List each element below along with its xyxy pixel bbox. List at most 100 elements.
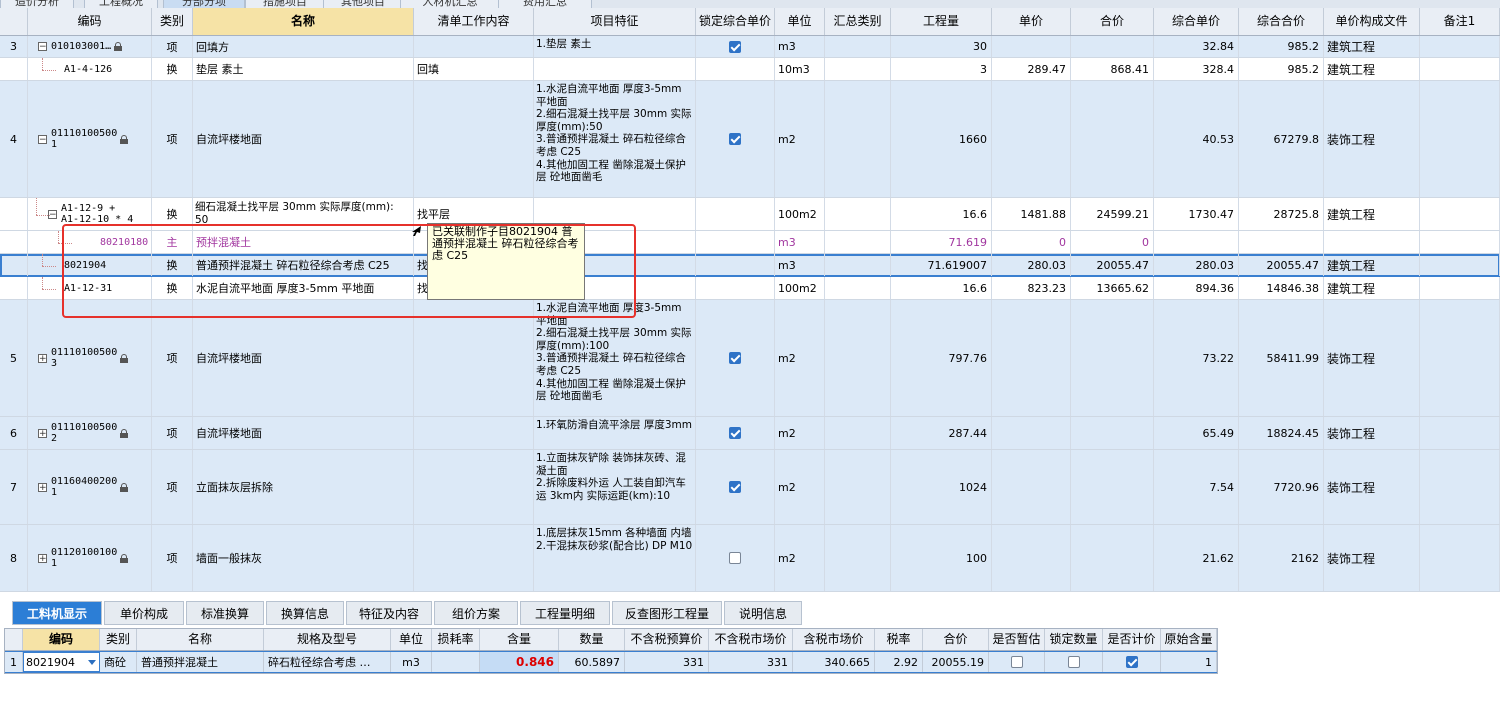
cell-remark[interactable] xyxy=(1420,81,1500,197)
cell-unit[interactable]: 10m3 xyxy=(775,58,825,80)
cell-remark[interactable] xyxy=(1420,525,1500,591)
cell-uprice[interactable]: 894.36 xyxy=(1154,277,1239,299)
cell-remark[interactable] xyxy=(1420,300,1500,416)
cell-type[interactable]: 项 xyxy=(152,417,193,449)
cell-name[interactable]: 自流坪楼地面 xyxy=(193,417,414,449)
bottom-tab-1[interactable]: 单价构成 xyxy=(104,601,184,625)
cell-price[interactable]: 1481.88 xyxy=(992,198,1071,230)
cell-type[interactable]: 项 xyxy=(152,450,193,524)
cell-utotal[interactable]: 985.2 xyxy=(1239,36,1324,57)
cell-unit[interactable]: m2 xyxy=(775,300,825,416)
cell-utotal[interactable]: 985.2 xyxy=(1239,58,1324,80)
table-row[interactable]: 4−01110100500 1 项自流坪楼地面 1.水泥自流平地面 厚度3-5mm … xyxy=(0,81,1500,198)
cell-price[interactable] xyxy=(992,450,1071,524)
cell-price[interactable] xyxy=(992,525,1071,591)
col-header-11[interactable]: 合价 xyxy=(1071,8,1154,35)
cell-unit[interactable]: m3 xyxy=(775,254,825,276)
cell-uprice[interactable]: 32.84 xyxy=(1154,36,1239,57)
cell-feature[interactable]: 1.立面抹灰铲除 装饰抹灰砖、混凝土面 2.拆除废料外运 人工装自卸汽车运 3k… xyxy=(534,450,696,524)
cell-uprice[interactable]: 1730.47 xyxy=(1154,198,1239,230)
col-header-4[interactable]: 清单工作内容 xyxy=(414,8,534,35)
cell-work[interactable] xyxy=(414,36,534,57)
cell-utotal[interactable]: 7720.96 xyxy=(1239,450,1324,524)
cell-remark[interactable] xyxy=(1420,417,1500,449)
cell-price[interactable] xyxy=(992,300,1071,416)
cell-utotal[interactable]: 28725.8 xyxy=(1239,198,1324,230)
cell-locked[interactable] xyxy=(696,417,775,449)
resource-cell-estimate[interactable] xyxy=(989,652,1045,672)
cell-utotal[interactable] xyxy=(1239,231,1324,253)
cell-price[interactable]: 280.03 xyxy=(992,254,1071,276)
resource-cell-qty[interactable]: 60.5897 xyxy=(559,652,625,672)
resource-col-header-5[interactable]: 单位 xyxy=(391,629,432,650)
table-row[interactable]: A1-4-126 换垫层 素土 回填 10m3 3 289.47 868.41 328.4 98… xyxy=(0,58,1500,81)
cell-uprice[interactable]: 280.03 xyxy=(1154,254,1239,276)
cell-utotal[interactable]: 14846.38 xyxy=(1239,277,1324,299)
cell-uprice[interactable] xyxy=(1154,231,1239,253)
cell-summary-category[interactable] xyxy=(825,231,891,253)
cell-utotal[interactable]: 67279.8 xyxy=(1239,81,1324,197)
bottom-tab-4[interactable]: 特征及内容 xyxy=(346,601,432,625)
cell-summary-category[interactable] xyxy=(825,300,891,416)
lock-price-checkbox[interactable] xyxy=(729,352,741,364)
resource-cell-content[interactable]: 0.846 xyxy=(480,652,559,672)
col-header-14[interactable]: 单价构成文件 xyxy=(1324,8,1420,35)
collapse-icon[interactable]: − xyxy=(38,42,47,52)
resource-cell-market[interactable]: 331 xyxy=(709,652,793,672)
cell-work[interactable]: 回填 xyxy=(414,58,534,80)
resource-col-header-7[interactable]: 含量 xyxy=(480,629,559,650)
resource-cell-tax[interactable]: 2.92 xyxy=(875,652,923,672)
cell-file[interactable]: 建筑工程 xyxy=(1324,198,1420,230)
cell-locked[interactable] xyxy=(696,58,775,80)
expand-icon[interactable]: + xyxy=(38,482,47,492)
cell-feature[interactable]: 1.环氧防滑自流平涂层 厚度3mm xyxy=(534,417,696,449)
cell-qty[interactable]: 71.619 xyxy=(891,231,992,253)
cell-uprice[interactable]: 65.49 xyxy=(1154,417,1239,449)
cell-type[interactable]: 项 xyxy=(152,81,193,197)
col-header-7[interactable]: 单位 xyxy=(775,8,825,35)
col-header-8[interactable]: 汇总类别 xyxy=(825,8,891,35)
cell-name[interactable]: 立面抹灰层拆除 xyxy=(193,450,414,524)
cell-qty[interactable]: 1660 xyxy=(891,81,992,197)
cell-price[interactable] xyxy=(992,417,1071,449)
resource-cell-loss[interactable] xyxy=(432,652,480,672)
resource-cell-taxmarket[interactable]: 340.665 xyxy=(793,652,875,672)
cell-code[interactable]: +01160400200 1 xyxy=(28,450,152,524)
cell-unit[interactable]: 100m2 xyxy=(775,277,825,299)
lock-price-checkbox[interactable] xyxy=(729,40,741,53)
bottom-tab-5[interactable]: 组价方案 xyxy=(434,601,518,625)
lock-price-checkbox[interactable] xyxy=(729,481,741,493)
col-header-12[interactable]: 综合单价 xyxy=(1154,8,1239,35)
resource-col-header-6[interactable]: 损耗率 xyxy=(432,629,480,650)
cell-total[interactable] xyxy=(1071,450,1154,524)
resource-col-header-16[interactable]: 是否计价 xyxy=(1103,629,1161,650)
table-row[interactable]: 3−010103001… 项回填方 1.垫层 素土 m3 30 32.84 985.2 建筑工… xyxy=(0,36,1500,58)
cell-utotal[interactable]: 20055.47 xyxy=(1239,254,1324,276)
cell-work[interactable] xyxy=(414,417,534,449)
cell-summary-category[interactable] xyxy=(825,525,891,591)
cell-locked[interactable] xyxy=(696,254,775,276)
cell-total[interactable]: 24599.21 xyxy=(1071,198,1154,230)
cell-file[interactable]: 建筑工程 xyxy=(1324,36,1420,57)
col-header-9[interactable]: 工程量 xyxy=(891,8,992,35)
cell-feature[interactable]: 1.垫层 素土 xyxy=(534,36,696,57)
cell-remark[interactable] xyxy=(1420,198,1500,230)
resource-col-header-17[interactable]: 原始含量 xyxy=(1161,629,1217,650)
cell-qty[interactable]: 100 xyxy=(891,525,992,591)
cell-file[interactable]: 装饰工程 xyxy=(1324,450,1420,524)
resource-col-header-13[interactable]: 合价 xyxy=(923,629,989,650)
cell-remark[interactable] xyxy=(1420,450,1500,524)
cell-summary-category[interactable] xyxy=(825,58,891,80)
cell-total[interactable] xyxy=(1071,36,1154,57)
cell-locked[interactable] xyxy=(696,36,775,57)
cell-uprice[interactable]: 40.53 xyxy=(1154,81,1239,197)
table-row[interactable]: 8 +01120100100 1 项墙面一般抹灰 1.底层抹灰15mm 各种墙面 内墙… xyxy=(0,525,1500,592)
bottom-tab-2[interactable]: 标准换算 xyxy=(186,601,264,625)
cell-qty[interactable]: 16.6 xyxy=(891,277,992,299)
cell-code[interactable]: −010103001… xyxy=(28,36,152,57)
cell-total[interactable]: 20055.47 xyxy=(1071,254,1154,276)
resource-col-header-2[interactable]: 类别 xyxy=(100,629,137,650)
cell-feature[interactable] xyxy=(534,58,696,80)
cell-name[interactable]: 回填方 xyxy=(193,36,414,57)
resource-cell-unit[interactable]: m3 xyxy=(391,652,432,672)
